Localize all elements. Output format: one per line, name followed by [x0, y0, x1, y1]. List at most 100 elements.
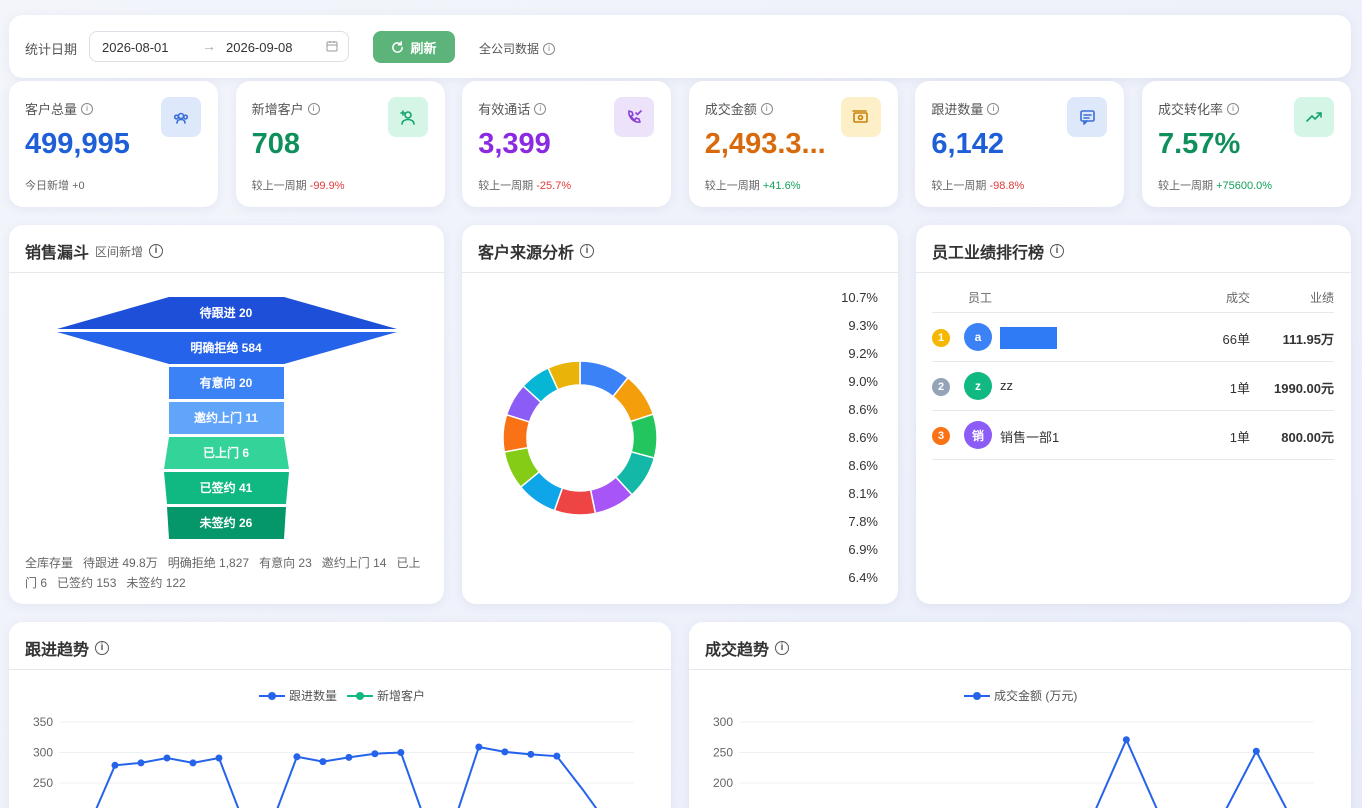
rank-row[interactable]: 3 销销售一部1 1单 800.00元: [932, 411, 1334, 460]
data-point[interactable]: [215, 754, 223, 762]
funnel-footer: 全库存量 待跟进 49.8万 明确拒绝 1,827 有意向 23 邀约上门 14 已上门 …: [25, 553, 425, 593]
stat-value: 7.57%: [1158, 128, 1241, 160]
rank-row[interactable]: 2 z zz 1单 1990.00元: [932, 362, 1334, 411]
divider: [9, 272, 444, 273]
money-icon: [852, 109, 869, 123]
scope-indicator: 全公司数据 i: [479, 40, 556, 57]
scope-label: 全公司数据: [479, 42, 540, 56]
panel-title: 客户来源分析 i: [478, 239, 595, 263]
data-point[interactable]: [527, 750, 535, 758]
data-point[interactable]: [397, 749, 405, 756]
panel-title: 销售漏斗 区间新增 i: [25, 239, 164, 263]
stat-value: 6,142: [931, 128, 1004, 160]
data-point[interactable]: [1122, 736, 1130, 744]
deal-trend-chart: 300 250 200: [713, 715, 1314, 808]
donut-slice[interactable]: [629, 413, 658, 460]
data-point[interactable]: [189, 759, 197, 767]
funnel-footer-item: 明确拒绝 1,827: [167, 556, 250, 570]
source-percent: 8.6%: [848, 402, 878, 417]
info-icon[interactable]: i: [580, 244, 595, 258]
info-icon[interactable]: i: [534, 102, 547, 115]
end-date-input[interactable]: 2026-09-08: [226, 40, 293, 55]
funnel-subtitle: 区间新增: [95, 244, 144, 259]
avatar: a: [964, 323, 992, 351]
stat-value: 3,399: [478, 128, 551, 160]
info-icon[interactable]: i: [149, 244, 164, 258]
employee-name-redacted: [1000, 327, 1057, 349]
source-percent: 10.7%: [841, 290, 878, 305]
stat-card: 跟进数量 i 6,142 较上一周期 -98.8%: [915, 81, 1125, 207]
funnel-footer-item: 全库存量: [25, 556, 74, 570]
funnel-chart: 待跟进 20 明确拒绝 584 有意向 20 邀约上门 11 已上门 6 已签约 41 未签…: [57, 297, 397, 539]
stat-card: 成交转化率 i 7.57% 较上一周期 +75600.0%: [1142, 81, 1351, 207]
employee-name: zz: [1000, 378, 1013, 393]
data-point[interactable]: [111, 761, 119, 769]
data-point[interactable]: [163, 754, 171, 762]
info-icon[interactable]: i: [543, 42, 556, 55]
y-tick-label: 300: [33, 746, 53, 760]
data-point[interactable]: [553, 752, 561, 760]
data-point[interactable]: [137, 759, 145, 767]
info-icon[interactable]: i: [307, 102, 320, 115]
legend-item[interactable]: 跟进数量: [259, 687, 337, 704]
source-percent: 9.2%: [848, 346, 878, 361]
panel-title: 员工业绩排行榜 i: [932, 239, 1065, 263]
funnel-stage-label: 已签约 41: [200, 480, 253, 495]
funnel-stage-label: 邀约上门 11: [194, 410, 258, 425]
info-icon[interactable]: i: [987, 102, 1000, 115]
funnel-footer-item: 有意向 23: [259, 556, 312, 570]
stat-card: 有效通话 i 3,399 较上一周期 -25.7%: [462, 81, 672, 207]
employee-amount: 111.95万: [1282, 332, 1334, 347]
funnel-title: 销售漏斗: [25, 245, 90, 262]
source-percent: 9.0%: [848, 374, 878, 389]
col-amount: 业绩: [1309, 291, 1334, 305]
legend-item[interactable]: 成交金额 (万元): [964, 687, 1077, 704]
funnel-stage-label: 待跟进 20: [200, 305, 253, 320]
info-icon[interactable]: i: [1050, 244, 1065, 258]
funnel-footer-item: 未签约 122: [126, 576, 186, 590]
follow-trend-chart: 350 300 250: [33, 715, 634, 808]
employee-deals: 1单: [1229, 430, 1250, 445]
rank-title: 员工业绩排行榜: [932, 245, 1045, 262]
follow-trend-panel: 跟进趋势 i 跟进数量 新增客户 350 300 250: [9, 622, 671, 808]
y-tick-label: 350: [33, 715, 53, 729]
info-icon[interactable]: i: [775, 641, 790, 655]
stat-title: 跟进数量 i: [931, 99, 1000, 118]
data-point[interactable]: [293, 753, 301, 761]
data-point[interactable]: [475, 743, 483, 751]
date-range-picker[interactable]: 2026-08-01 → 2026-09-08: [89, 31, 349, 62]
employee-deals: 1单: [1229, 381, 1250, 396]
stat-icon-box: [614, 97, 655, 137]
avatar: 销: [964, 421, 992, 449]
rank-number: 1: [932, 329, 950, 347]
legend-item[interactable]: 新增客户: [347, 687, 425, 704]
source-percent: 6.9%: [848, 542, 878, 557]
info-icon[interactable]: i: [95, 641, 110, 655]
data-point[interactable]: [1252, 747, 1260, 755]
legend-marker: [964, 691, 990, 700]
rank-row[interactable]: 1 a 66单 111.95万: [932, 313, 1334, 362]
refresh-icon: [392, 40, 404, 53]
legend-label: 跟进数量: [289, 689, 338, 703]
start-date-input[interactable]: 2026-08-01: [102, 40, 169, 55]
info-icon[interactable]: i: [81, 102, 94, 115]
info-icon[interactable]: i: [1227, 102, 1240, 115]
rank-table-header: 员工 成交 业绩: [932, 285, 1334, 313]
panel-title: 成交趋势 i: [705, 636, 790, 660]
data-point[interactable]: [319, 758, 327, 766]
info-icon[interactable]: i: [760, 102, 773, 115]
rank-number: 2: [932, 378, 950, 396]
users-icon: [173, 112, 188, 124]
data-point[interactable]: [345, 753, 353, 761]
message-icon: [1080, 109, 1095, 125]
data-point[interactable]: [501, 748, 509, 756]
rank-number: 3: [932, 427, 950, 445]
arrow-right-icon: →: [202, 38, 216, 54]
data-point[interactable]: [371, 750, 379, 758]
funnel-stage-label: 明确拒绝 584: [190, 340, 262, 355]
customer-source-panel: 客户来源分析 i 10.7% 9.3% 9.2% 9.0% 8.6% 8.6% 8.6% 8.…: [462, 225, 898, 604]
trend-up-icon: [1305, 111, 1322, 122]
source-percent: 9.3%: [848, 318, 878, 333]
stat-title: 客户总量 i: [25, 99, 94, 118]
refresh-button[interactable]: 刷新: [373, 31, 455, 63]
